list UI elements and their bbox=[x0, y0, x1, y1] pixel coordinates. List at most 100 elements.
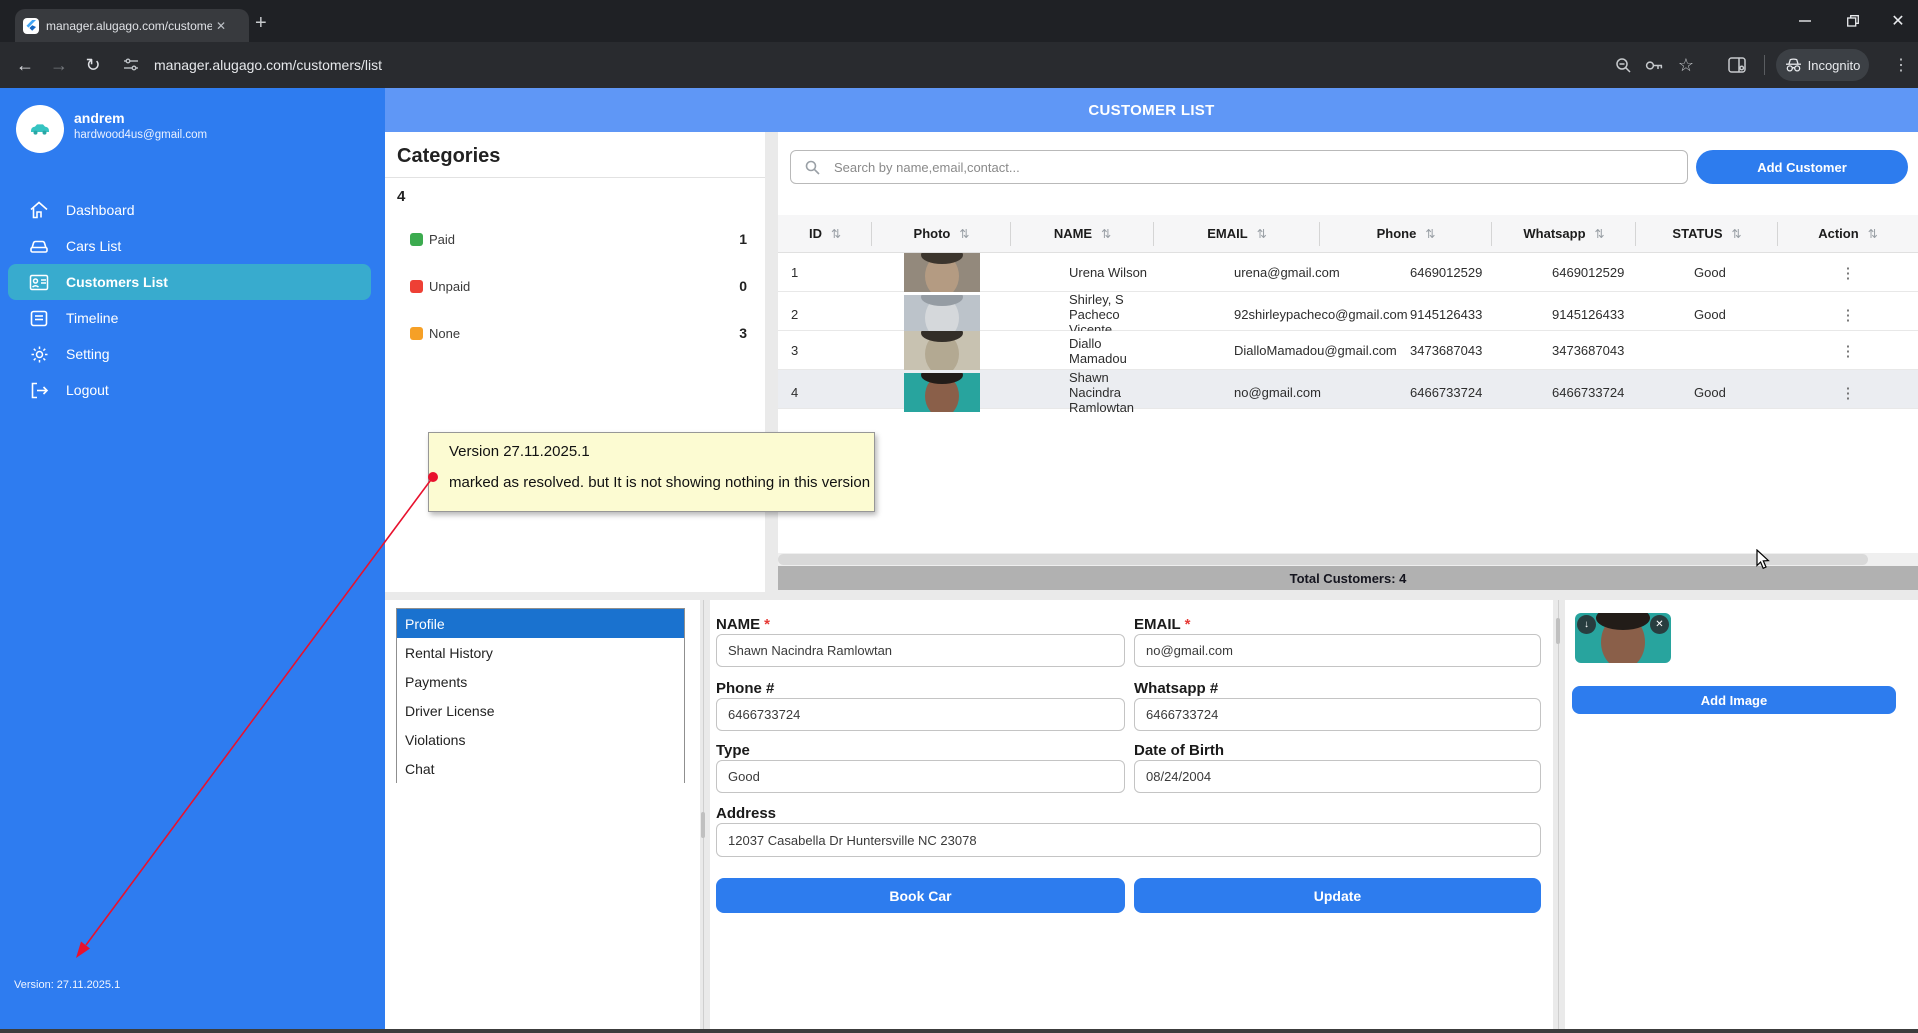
bookmark-star-icon[interactable]: ☆ bbox=[1671, 50, 1701, 80]
table-row[interactable]: 1 Urena Wilson urena@gmail.com 646901252… bbox=[778, 253, 1918, 292]
search-input[interactable] bbox=[832, 159, 1632, 176]
none-swatch bbox=[410, 327, 423, 340]
table-row-selected[interactable]: 4 Shawn Nacindra Ramlowtan no@gmail.com … bbox=[778, 370, 1918, 409]
tab-profile[interactable]: Profile bbox=[397, 609, 684, 638]
remove-image-icon[interactable]: ✕ bbox=[1650, 615, 1669, 634]
category-row-none[interactable]: None 3 bbox=[385, 324, 765, 344]
phone-field[interactable] bbox=[716, 698, 1125, 731]
table-row[interactable]: 2 Shirley, S Pacheco Vicente 92shirleypa… bbox=[778, 292, 1918, 331]
sidebar-item-label: Customers List bbox=[66, 274, 168, 290]
sort-icon[interactable]: ⇅ bbox=[959, 227, 969, 241]
zoom-icon[interactable] bbox=[1608, 50, 1638, 80]
divider-handle[interactable] bbox=[1556, 618, 1560, 644]
app-version-text: Version: 27.11.2025.1 bbox=[14, 979, 120, 991]
row-actions-icon[interactable]: ⋮ bbox=[1778, 384, 1918, 402]
sidebar-item-label: Dashboard bbox=[66, 202, 135, 218]
window-restore-icon[interactable] bbox=[1833, 0, 1873, 42]
column-header-photo[interactable]: Photo⇅ bbox=[872, 215, 1011, 252]
address-field[interactable] bbox=[716, 823, 1541, 857]
tab-driver-license[interactable]: Driver License bbox=[397, 696, 684, 725]
customer-photo bbox=[904, 331, 980, 370]
whatsapp-field[interactable] bbox=[1134, 698, 1541, 731]
email-field[interactable] bbox=[1134, 634, 1541, 667]
site-info-icon[interactable] bbox=[116, 50, 146, 80]
back-icon[interactable]: ← bbox=[8, 55, 42, 76]
sidebar-item-cars-list[interactable]: Cars List bbox=[0, 228, 385, 264]
update-button[interactable]: Update bbox=[1134, 878, 1541, 913]
column-header-action[interactable]: Action⇅ bbox=[1778, 215, 1918, 252]
cell-whatsapp: 3473687043 bbox=[1492, 343, 1636, 358]
gear-icon bbox=[28, 345, 50, 364]
annotation-note: Version 27.11.2025.1 marked as resolved.… bbox=[428, 432, 875, 512]
forward-icon[interactable]: → bbox=[42, 55, 76, 76]
window-close-icon[interactable]: ✕ bbox=[1878, 0, 1918, 42]
category-label: Paid bbox=[429, 232, 455, 247]
divider-handle[interactable] bbox=[701, 812, 705, 838]
new-tab-icon[interactable]: + bbox=[255, 13, 267, 33]
sort-icon[interactable]: ⇅ bbox=[831, 227, 841, 241]
key-icon[interactable] bbox=[1639, 50, 1669, 80]
sort-icon[interactable]: ⇅ bbox=[1868, 227, 1878, 241]
scrollbar-thumb[interactable] bbox=[778, 554, 1868, 565]
column-header-id[interactable]: ID⇅ bbox=[778, 215, 872, 252]
name-field[interactable] bbox=[716, 634, 1125, 667]
side-panel-icon[interactable] bbox=[1722, 50, 1752, 80]
window-minimize-icon[interactable] bbox=[1785, 0, 1825, 42]
cell-name: Urena Wilson bbox=[1011, 265, 1154, 280]
sidebar-item-logout[interactable]: Logout bbox=[0, 372, 385, 408]
column-header-name[interactable]: NAME⇅ bbox=[1011, 215, 1154, 252]
cell-phone: 9145126433 bbox=[1320, 307, 1492, 322]
annotation-line2: marked as resolved. but It is not showin… bbox=[449, 474, 874, 491]
sort-icon[interactable]: ⇅ bbox=[1101, 227, 1111, 241]
categories-title: Categories bbox=[397, 145, 500, 168]
total-customers-label: Total Customers: 4 bbox=[1290, 571, 1407, 586]
tab-rental-history[interactable]: Rental History bbox=[397, 638, 684, 667]
tab-payments[interactable]: Payments bbox=[397, 667, 684, 696]
sort-icon[interactable]: ⇅ bbox=[1595, 227, 1605, 241]
page-header: CUSTOMER LIST bbox=[385, 88, 1918, 132]
dob-field[interactable] bbox=[1134, 760, 1541, 793]
add-customer-button[interactable]: Add Customer bbox=[1696, 150, 1908, 184]
customer-photo bbox=[904, 373, 980, 412]
tab-title: manager.alugago.com/custome bbox=[46, 19, 212, 33]
browser-tab-strip: manager.alugago.com/custome ✕ + ✕ bbox=[0, 0, 1918, 42]
sort-icon[interactable]: ⇅ bbox=[1425, 227, 1435, 241]
download-icon[interactable]: ↓ bbox=[1577, 615, 1596, 634]
tab-chat[interactable]: Chat bbox=[397, 754, 684, 783]
incognito-icon bbox=[1785, 58, 1802, 72]
sort-icon[interactable]: ⇅ bbox=[1257, 227, 1267, 241]
row-actions-icon[interactable]: ⋮ bbox=[1778, 306, 1918, 324]
book-car-button[interactable]: Book Car bbox=[716, 878, 1125, 913]
tab-violations[interactable]: Violations bbox=[397, 725, 684, 754]
sidebar-item-setting[interactable]: Setting bbox=[0, 336, 385, 372]
user-name: andrem bbox=[74, 110, 125, 126]
category-row-paid[interactable]: Paid 1 bbox=[385, 230, 765, 250]
sort-icon[interactable]: ⇅ bbox=[1732, 227, 1742, 241]
sidebar-item-customers-list[interactable]: Customers List bbox=[8, 264, 371, 300]
column-header-phone[interactable]: Phone⇅ bbox=[1320, 215, 1492, 252]
row-actions-icon[interactable]: ⋮ bbox=[1778, 342, 1918, 360]
panel-divider[interactable] bbox=[1558, 600, 1559, 1029]
category-row-unpaid[interactable]: Unpaid 0 bbox=[385, 277, 765, 297]
column-header-email[interactable]: EMAIL⇅ bbox=[1154, 215, 1320, 252]
cell-email: no@gmail.com bbox=[1154, 385, 1320, 400]
browser-tab[interactable]: manager.alugago.com/custome ✕ bbox=[15, 9, 249, 42]
required-asterisk: * bbox=[1185, 616, 1191, 633]
column-header-whatsapp[interactable]: Whatsapp⇅ bbox=[1492, 215, 1636, 252]
sidebar-item-timeline[interactable]: Timeline bbox=[0, 300, 385, 336]
cell-name: Diallo Mamadou bbox=[1011, 336, 1154, 366]
add-image-button[interactable]: Add Image bbox=[1572, 686, 1896, 714]
incognito-label: Incognito bbox=[1808, 58, 1861, 73]
table-row[interactable]: 3 Diallo Mamadou DialloMamadou@gmail.com… bbox=[778, 331, 1918, 370]
url-text[interactable]: manager.alugago.com/customers/list bbox=[154, 57, 382, 73]
avatar[interactable] bbox=[16, 105, 64, 153]
reload-icon[interactable]: ↻ bbox=[76, 55, 110, 76]
row-actions-icon[interactable]: ⋮ bbox=[1778, 264, 1918, 282]
tab-close-icon[interactable]: ✕ bbox=[216, 19, 226, 33]
horizontal-scrollbar[interactable] bbox=[778, 553, 1918, 566]
column-header-status[interactable]: STATUS⇅ bbox=[1636, 215, 1778, 252]
sidebar-item-label: Logout bbox=[66, 382, 109, 398]
browser-menu-icon[interactable]: ⋮ bbox=[1886, 50, 1916, 80]
type-field[interactable] bbox=[716, 760, 1125, 793]
sidebar-item-dashboard[interactable]: Dashboard bbox=[0, 192, 385, 228]
